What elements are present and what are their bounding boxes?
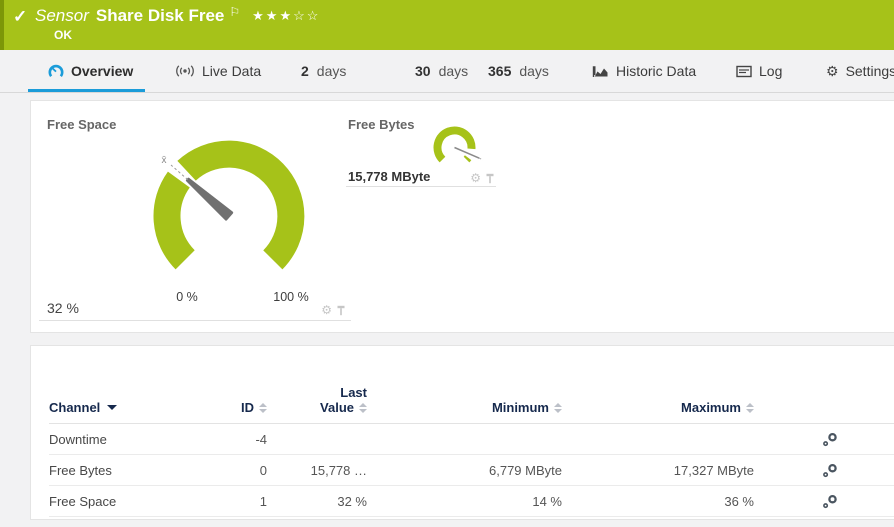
gauge-needle: [187, 179, 232, 219]
channel-id: -4: [219, 432, 267, 447]
channel-settings-button[interactable]: [822, 432, 844, 447]
gauge-average-marker: x̄: [162, 155, 167, 166]
tab-30-days-number: 30: [415, 63, 431, 79]
free-bytes-tile-actions: ⚙: [470, 172, 494, 184]
tab-30-days[interactable]: 30 days: [415, 50, 468, 92]
overview-gauges-panel: Free Space x̄ 0 % 100 % 32 % ⚙ Free Byte…: [30, 100, 894, 333]
channel-gears-icon: [822, 494, 838, 509]
sensor-title: Share Disk Free: [96, 6, 225, 26]
tab-365-days-unit: days: [519, 63, 549, 79]
sort-caret-down-icon: [107, 405, 117, 410]
free-space-tile-actions: ⚙: [321, 304, 345, 316]
tab-2-days[interactable]: 2 days: [301, 50, 346, 92]
channel-settings-button[interactable]: [822, 494, 844, 509]
flag-icon[interactable]: ⚐: [229, 5, 240, 19]
column-header-id[interactable]: ID: [219, 400, 267, 415]
channel-max: 17,327 MByte: [562, 463, 754, 478]
area-chart-icon: [592, 64, 609, 78]
table-row-free-space: Free Space 1 32 % 14 % 36 %: [49, 486, 894, 517]
tab-365-days-number: 365: [488, 63, 511, 79]
sensor-title-row: Sensor Share Disk Free ⚐ ★★★☆☆: [35, 6, 320, 26]
free-space-title: Free Space: [47, 117, 116, 132]
channel-gears-icon: [822, 432, 838, 447]
tab-2-days-unit: days: [317, 63, 347, 79]
tab-settings-label: Settings: [846, 63, 894, 79]
free-space-gauge-tile: Free Space x̄ 0 % 100 % 32 % ⚙: [39, 111, 351, 321]
object-type-label: Sensor: [35, 6, 89, 26]
sort-arrows-icon: [554, 403, 562, 413]
tab-log-label: Log: [759, 63, 782, 79]
channel-table-header: Channel ID Last Value Minimum: [49, 346, 894, 424]
tile-gear-icon[interactable]: ⚙: [470, 172, 481, 184]
sort-arrows-icon: [746, 403, 754, 413]
channel-min: 14 %: [367, 494, 562, 509]
mini-gauge-needle: [455, 148, 480, 159]
tab-live-data-label: Live Data: [202, 63, 261, 79]
channel-name[interactable]: Free Space: [49, 494, 219, 509]
gauge-scale-max-label: 100 %: [273, 290, 308, 304]
channel-gears-icon: [822, 463, 838, 478]
tab-overview[interactable]: Overview: [48, 50, 133, 92]
sort-arrows-icon: [359, 403, 367, 413]
sort-arrows-icon: [259, 403, 267, 413]
channel-max: 36 %: [562, 494, 754, 509]
tab-log[interactable]: Log: [736, 50, 782, 92]
channel-table: Channel ID Last Value Minimum: [31, 346, 894, 517]
tab-settings[interactable]: ⚙ Settings: [826, 50, 894, 92]
pin-icon[interactable]: [486, 173, 494, 184]
live-signal-icon: [175, 64, 195, 78]
tab-2-days-number: 2: [301, 63, 309, 79]
channel-min: 6,779 MByte: [367, 463, 562, 478]
pin-icon[interactable]: [337, 305, 345, 316]
free-bytes-gauge-tile: Free Bytes 15,778 MByte ⚙: [346, 111, 496, 187]
column-header-maximum[interactable]: Maximum: [562, 400, 754, 415]
tab-historic-data[interactable]: Historic Data: [592, 50, 696, 92]
priority-stars[interactable]: ★★★☆☆: [252, 8, 320, 24]
tab-historic-data-label: Historic Data: [616, 63, 696, 79]
column-header-channel[interactable]: Channel: [49, 400, 219, 415]
free-space-current-value: 32 %: [47, 300, 79, 316]
channel-name[interactable]: Free Bytes: [49, 463, 219, 478]
status-ok-check-icon: ✓: [13, 7, 27, 27]
sensor-status-text: OK: [54, 28, 72, 42]
free-bytes-gauge: [431, 124, 489, 176]
channel-name[interactable]: Downtime: [49, 432, 219, 447]
free-bytes-current-value: 15,778 MByte: [348, 169, 430, 184]
tab-30-days-unit: days: [439, 63, 469, 79]
channel-last: 15,778 …: [267, 463, 367, 478]
sensor-header-bar: ✓ Sensor Share Disk Free ⚐ ★★★☆☆ OK: [0, 0, 894, 50]
free-space-gauge: x̄ 0 % 100 %: [144, 129, 354, 311]
gauge-icon: [48, 63, 64, 79]
gauge-scale-min-label: 0 %: [176, 290, 198, 304]
table-row-free-bytes: Free Bytes 0 15,778 … 6,779 MByte 17,327…: [49, 455, 894, 486]
column-header-minimum[interactable]: Minimum: [367, 400, 562, 415]
table-row-downtime: Downtime -4: [49, 424, 894, 455]
channel-id: 0: [219, 463, 267, 478]
stars-empty[interactable]: ☆☆: [293, 8, 320, 23]
tab-365-days[interactable]: 365 days: [488, 50, 549, 92]
column-header-last-value[interactable]: Last Value: [267, 385, 367, 415]
free-bytes-title: Free Bytes: [348, 117, 414, 132]
channel-id: 1: [219, 494, 267, 509]
tab-overview-label: Overview: [71, 63, 133, 79]
tab-bar: Overview Live Data 2 days 30 days 365 da…: [0, 50, 894, 93]
gear-icon: ⚙: [826, 63, 839, 80]
channel-table-panel: Channel ID Last Value Minimum: [30, 345, 894, 520]
stars-filled[interactable]: ★★★: [252, 8, 293, 23]
channel-last: 32 %: [267, 494, 367, 509]
log-list-icon: [736, 65, 752, 78]
tab-live-data[interactable]: Live Data: [175, 50, 261, 92]
tile-gear-icon[interactable]: ⚙: [321, 304, 332, 316]
channel-settings-button[interactable]: [822, 463, 844, 478]
